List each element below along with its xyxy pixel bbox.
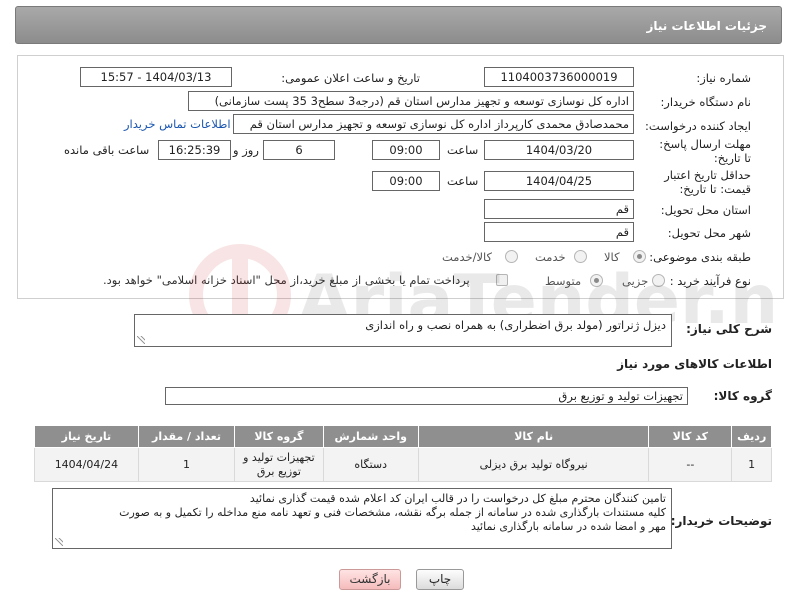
city-label: شهر محل تحویل: <box>667 226 751 240</box>
buyer-org-label: نام دستگاه خریدار: <box>660 95 751 109</box>
buyer-notes-textarea[interactable]: تامین کنندگان محترم مبلغ کل درخواست را د… <box>52 488 672 549</box>
cell-group: تجهیزات تولید و توزیع برق <box>234 447 324 482</box>
description-textarea[interactable]: دیزل ژنراتور (مولد برق اضطراری) به همراه… <box>134 314 672 347</box>
description-text: دیزل ژنراتور (مولد برق اضطراری) به همراه… <box>365 318 666 332</box>
col-unit: واحد شمارش <box>322 425 419 448</box>
purchase-option-minor: جزیی <box>622 274 649 288</box>
back-button[interactable]: بازگشت <box>339 569 401 590</box>
purchase-type-label: نوع فرآیند خرید : <box>669 274 751 288</box>
category-radio-service[interactable] <box>574 250 587 263</box>
col-name: نام کالا <box>417 425 650 448</box>
province-label: استان محل تحویل: <box>660 203 751 217</box>
category-option-service: خدمت <box>535 250 566 264</box>
goods-table: ردیف کد کالا نام کالا واحد شمارش گروه کا… <box>34 425 772 482</box>
validity-date-field: 1404/04/25 <box>484 171 634 191</box>
purchase-option-medium: متوسط <box>545 274 582 288</box>
announce-field: 1404/03/13 - 15:57 <box>80 67 232 87</box>
goods-table-header: ردیف کد کالا نام کالا واحد شمارش گروه کا… <box>34 425 772 448</box>
remaining-label: ساعت باقی مانده <box>64 143 150 157</box>
col-row: ردیف <box>731 425 772 448</box>
buyer-notes-line-3: مهر و امضا شده در سامانه بارگذاری نمائید <box>470 520 666 533</box>
print-button[interactable]: چاپ <box>416 569 464 590</box>
deadline-time-label: ساعت <box>447 143 479 157</box>
buyer-notes-line-2: کلیه مستندات بارگذاری شده در سامانه از ج… <box>119 506 666 519</box>
treasury-payment-checkbox[interactable] <box>496 274 508 286</box>
goods-group-field: تجهیزات تولید و توزیع برق <box>165 387 688 405</box>
buyer-org-field: اداره کل نوسازی توسعه و تجهیز مدارس استا… <box>188 91 634 111</box>
buyer-contact-link[interactable]: اطلاعات تماس خریدار <box>124 117 231 131</box>
validity-time-field: 09:00 <box>372 171 440 191</box>
description-label: شرح کلی نیاز: <box>686 322 772 336</box>
col-code: کد کالا <box>648 425 733 448</box>
category-radio-goods[interactable] <box>633 250 646 263</box>
goods-section-title: اطلاعات کالاهای مورد نیاز <box>617 357 772 371</box>
remaining-time-field: 16:25:39 <box>158 140 231 160</box>
creator-label: ایجاد کننده درخواست: <box>645 119 751 133</box>
need-number-field: 1104003736000019 <box>484 67 634 87</box>
cell-quantity: 1 <box>137 447 236 482</box>
treasury-payment-note: پرداخت تمام یا بخشی از مبلغ خرید،از محل … <box>103 273 470 287</box>
category-option-goods: کالا <box>604 250 620 264</box>
category-option-goods-service: کالا/خدمت <box>442 250 493 264</box>
deadline-date-field: 1404/03/20 <box>484 140 634 160</box>
purchase-radio-minor[interactable] <box>652 274 665 287</box>
days-remaining-field: 6 <box>263 140 335 160</box>
col-quantity: تعداد / مقدار <box>137 425 236 448</box>
validity-time-label: ساعت <box>447 174 479 188</box>
province-field: قم <box>484 199 634 219</box>
category-radio-goods-service[interactable] <box>505 250 518 263</box>
page-title: جزئیات اطلاعات نیاز <box>646 19 767 33</box>
deadline-label: مهلت ارسال پاسخ: تا تاریخ: <box>659 137 751 165</box>
cell-code: -- <box>648 447 733 482</box>
table-row: 1 -- نیروگاه تولید برق دیزلی دستگاه تجهی… <box>34 447 772 482</box>
cell-name: نیروگاه تولید برق دیزلی <box>417 447 650 482</box>
col-group: گروه کالا <box>234 425 324 448</box>
buyer-notes-line-1: تامین کنندگان محترم مبلغ کل درخواست را د… <box>249 492 666 505</box>
days-label: روز و <box>233 143 259 157</box>
resize-handle[interactable] <box>137 336 145 344</box>
purchase-radio-medium[interactable] <box>590 274 603 287</box>
cell-unit: دستگاه <box>322 447 419 482</box>
deadline-time-field: 09:00 <box>372 140 440 160</box>
need-number-label: شماره نیاز: <box>696 71 751 85</box>
cell-row: 1 <box>731 447 772 482</box>
buyer-notes-label: توضیحات خریدار: <box>670 514 772 528</box>
col-need-date: تاریخ نیاز <box>34 425 139 448</box>
validity-label: حداقل تاریخ اعتبار قیمت: تا تاریخ: <box>664 168 751 196</box>
announce-label: تاریخ و ساعت اعلان عمومی: <box>281 71 420 85</box>
city-field: قم <box>484 222 634 242</box>
resize-handle[interactable] <box>55 538 63 546</box>
cell-need-date: 1404/04/24 <box>34 447 139 482</box>
creator-field: محمدصادق محمدی کارپرداز اداره کل نوسازی … <box>233 114 634 134</box>
category-label: طبقه بندی موضوعی: <box>649 250 751 264</box>
goods-group-label: گروه کالا: <box>713 389 772 403</box>
page-header: جزئیات اطلاعات نیاز <box>15 6 782 44</box>
